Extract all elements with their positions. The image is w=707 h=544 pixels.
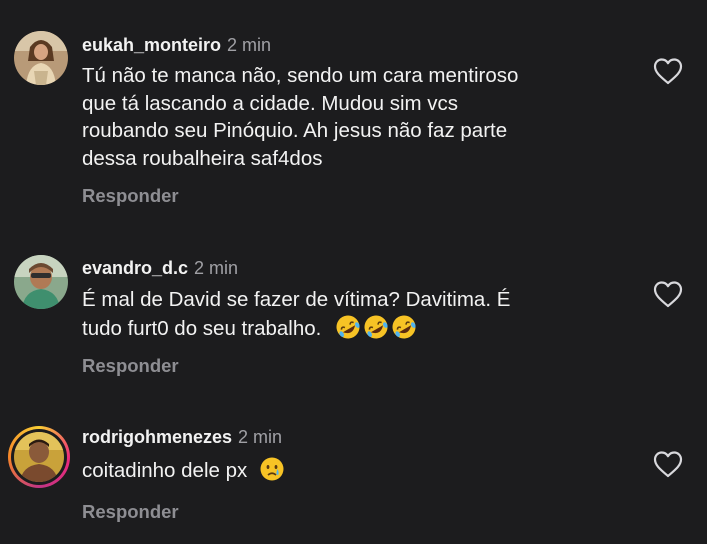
user-avatar[interactable] xyxy=(14,432,64,482)
crying-face-emoji xyxy=(259,456,285,482)
comment-line: coitadinho dele px xyxy=(82,456,642,485)
timestamp: 2 min xyxy=(238,427,283,447)
comment-line-text: coitadinho dele px xyxy=(82,459,248,482)
heart-outline-icon xyxy=(653,451,683,478)
profile-photo-icon xyxy=(14,432,64,482)
comment-item: rodrigohmenezes 2 min coitadinho dele px … xyxy=(0,0,707,544)
story-ring[interactable] xyxy=(8,426,70,488)
username[interactable]: rodrigohmenezes xyxy=(82,427,232,447)
comment-meta: rodrigohmenezes 2 min xyxy=(82,426,282,448)
comment-text: coitadinho dele px xyxy=(82,456,642,485)
like-button[interactable] xyxy=(652,449,684,479)
reply-button[interactable]: Responder xyxy=(82,501,179,523)
